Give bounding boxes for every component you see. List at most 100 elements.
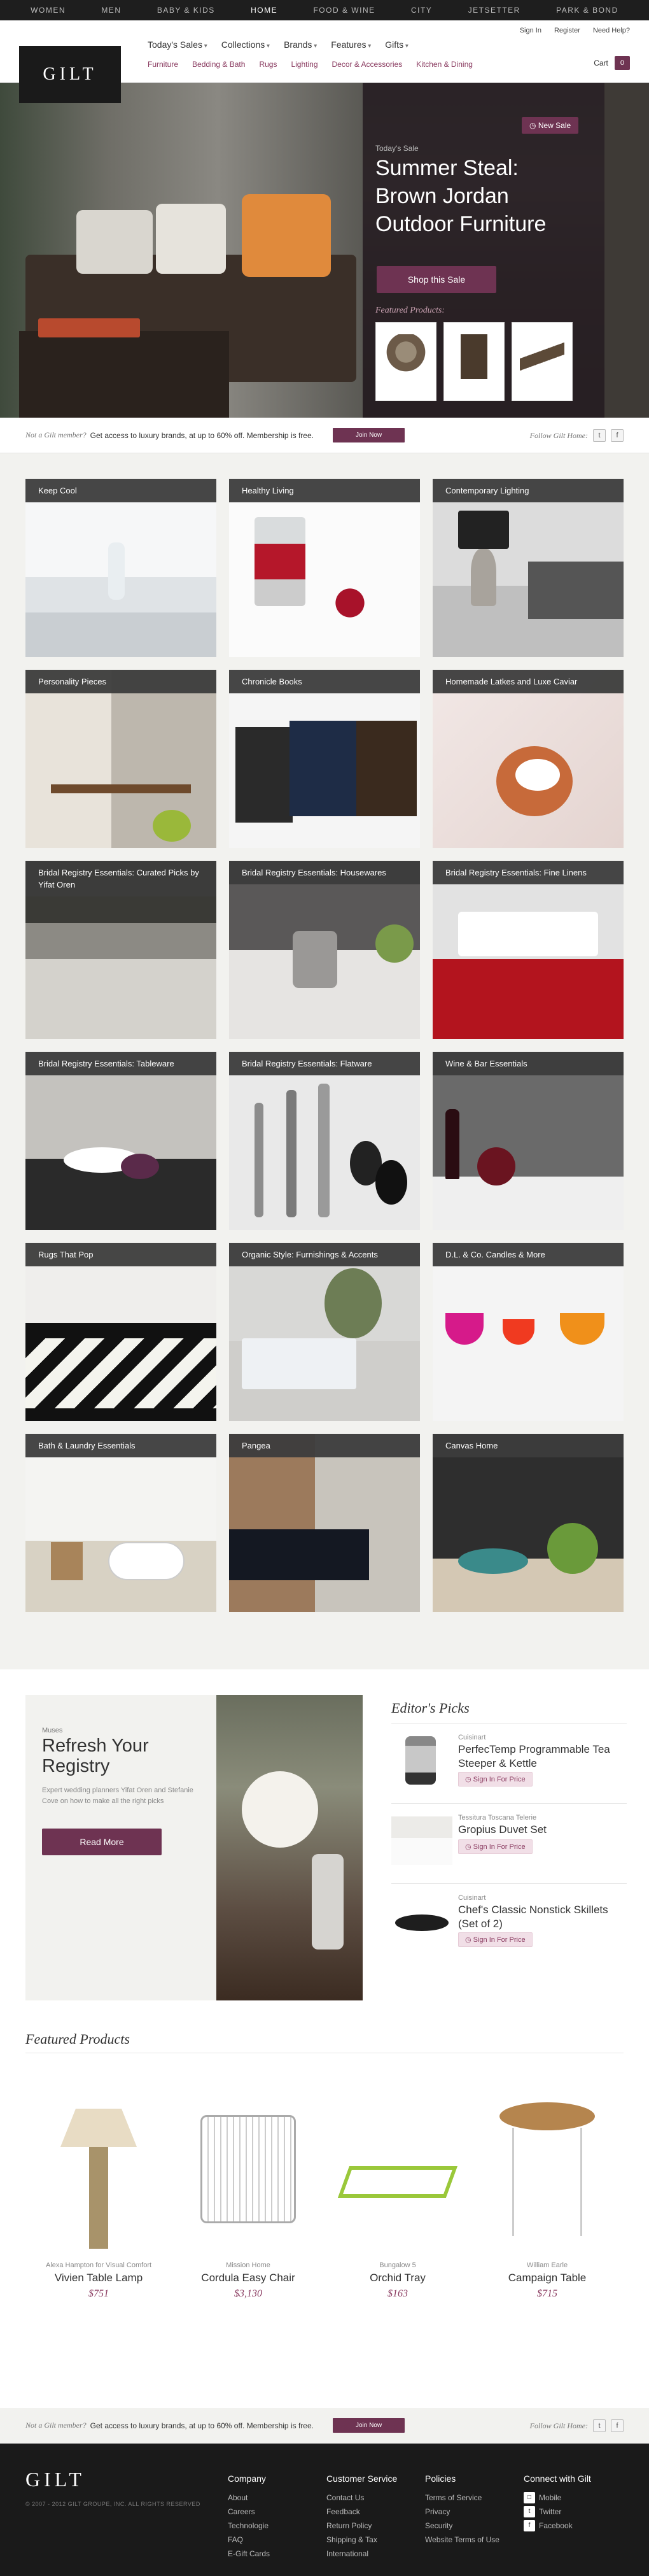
footer-link[interactable]: Shipping & Tax bbox=[326, 2533, 397, 2547]
shop-sale-button[interactable]: Shop this Sale bbox=[377, 266, 496, 293]
menu-gifts[interactable]: Gifts bbox=[385, 39, 408, 50]
facebook-icon[interactable]: f bbox=[611, 429, 624, 442]
footer-link[interactable]: Technologie bbox=[228, 2519, 270, 2533]
cart[interactable]: Cart 0 bbox=[594, 56, 630, 70]
category-decor[interactable]: Decor & Accessories bbox=[332, 60, 403, 69]
menu-collections[interactable]: Collections bbox=[221, 39, 270, 50]
menu-todays-sales[interactable]: Today's Sales bbox=[148, 39, 207, 50]
footer-link-facebook[interactable]: f Facebook bbox=[524, 2519, 600, 2533]
topnav-city[interactable]: CITY bbox=[411, 6, 432, 15]
pick-name[interactable]: PerfecTemp Programmable Tea Steeper & Ke… bbox=[458, 1743, 627, 1771]
footer-link[interactable]: Return Policy bbox=[326, 2519, 397, 2533]
editor-pick[interactable]: Cuisinart PerfecTemp Programmable Tea St… bbox=[391, 1723, 627, 1793]
footer-link[interactable]: E-Gift Cards bbox=[228, 2547, 270, 2561]
featured-thumb[interactable] bbox=[512, 322, 573, 401]
read-more-button[interactable]: Read More bbox=[42, 1829, 162, 1855]
facebook-icon[interactable]: f bbox=[611, 2419, 624, 2432]
sale-tile[interactable]: Chronicle Books bbox=[229, 670, 420, 848]
footer-link[interactable]: Careers bbox=[228, 2505, 270, 2519]
footer-link[interactable]: Terms of Service bbox=[425, 2491, 499, 2505]
featured-thumb[interactable] bbox=[375, 322, 436, 401]
pick-name[interactable]: Gropius Duvet Set bbox=[458, 1823, 627, 1837]
sale-tile[interactable]: Homemade Latkes and Luxe Caviar bbox=[433, 670, 624, 848]
featured-products-heading: Featured Products bbox=[25, 2031, 130, 2047]
sale-tile[interactable]: Bath & Laundry Essentials bbox=[25, 1434, 216, 1612]
registry-photo[interactable] bbox=[216, 1695, 363, 2004]
topnav-men[interactable]: MEN bbox=[101, 6, 121, 15]
category-kitchen-dining[interactable]: Kitchen & Dining bbox=[416, 60, 473, 69]
product-name[interactable]: Orchid Tray bbox=[331, 2272, 464, 2284]
product-name[interactable]: Vivien Table Lamp bbox=[32, 2272, 165, 2284]
sale-tile[interactable]: Healthy Living bbox=[229, 479, 420, 657]
editor-pick[interactable]: Cuisinart Chef's Classic Nonstick Skille… bbox=[391, 1883, 627, 1953]
sale-tile[interactable]: Bridal Registry Essentials: Housewares bbox=[229, 861, 420, 1039]
twitter-icon[interactable]: t bbox=[593, 429, 606, 442]
footer-link[interactable]: International bbox=[326, 2547, 397, 2561]
footer-link[interactable]: Contact Us bbox=[326, 2491, 397, 2505]
product-card[interactable]: Alexa Hampton for Visual Comfort Vivien … bbox=[32, 2083, 165, 2299]
product-card[interactable]: Mission Home Cordula Easy Chair $3,130 bbox=[181, 2083, 315, 2299]
sale-tile[interactable]: Pangea bbox=[229, 1434, 420, 1612]
registry-eyebrow: Muses bbox=[42, 1727, 63, 1734]
footer-link-mobile[interactable]: □ Mobile bbox=[524, 2491, 600, 2505]
featured-thumb[interactable] bbox=[443, 322, 505, 401]
footer-link[interactable]: FAQ bbox=[228, 2533, 270, 2547]
sale-tile-label: Bridal Registry Essentials: Tableware bbox=[25, 1052, 216, 1075]
product-name[interactable]: Campaign Table bbox=[480, 2272, 614, 2284]
product-name[interactable]: Cordula Easy Chair bbox=[181, 2272, 315, 2284]
follow-label: Follow Gilt Home: bbox=[529, 2421, 588, 2430]
topnav-home[interactable]: HOME bbox=[251, 6, 277, 15]
sofa-shape bbox=[229, 1529, 369, 1580]
sign-in-price-button[interactable]: ◷ Sign In For Price bbox=[458, 1772, 533, 1787]
footer-link[interactable]: Security bbox=[425, 2519, 499, 2533]
menu-features[interactable]: Features bbox=[331, 39, 371, 50]
sale-tile[interactable]: Personality Pieces bbox=[25, 670, 216, 848]
sale-tile[interactable]: Organic Style: Furnishings & Accents bbox=[229, 1243, 420, 1421]
sale-tile[interactable]: Contemporary Lighting bbox=[433, 479, 624, 657]
topnav-jetsetter[interactable]: JETSETTER bbox=[468, 6, 520, 15]
editor-pick[interactable]: Tessitura Toscana Telerie Gropius Duvet … bbox=[391, 1803, 627, 1873]
topnav-women[interactable]: WOMEN bbox=[31, 6, 66, 15]
sale-tile[interactable]: D.L. & Co. Candles & More bbox=[433, 1243, 624, 1421]
twitter-icon[interactable]: t bbox=[593, 2419, 606, 2432]
hero-banner[interactable]: ◷ New Sale Today's Sale Summer Steal: Br… bbox=[0, 83, 649, 418]
gilt-logo[interactable]: GILT bbox=[19, 46, 121, 103]
footer-link[interactable]: Website Terms of Use bbox=[425, 2533, 499, 2547]
sale-tile[interactable]: Wine & Bar Essentials bbox=[433, 1052, 624, 1230]
vase-shape bbox=[108, 542, 125, 600]
cart-label: Cart bbox=[594, 59, 608, 67]
join-now-button[interactable]: Join Now bbox=[332, 2418, 405, 2433]
sale-tile[interactable]: Keep Cool bbox=[25, 479, 216, 657]
join-now-button[interactable]: Join Now bbox=[332, 428, 405, 442]
sale-tile[interactable]: Canvas Home bbox=[433, 1434, 624, 1612]
topnav-food-wine[interactable]: FOOD & WINE bbox=[313, 6, 375, 15]
pillows-shape bbox=[458, 912, 598, 956]
sign-in-price-button[interactable]: ◷ Sign In For Price bbox=[458, 1839, 533, 1854]
product-card[interactable]: William Earle Campaign Table $715 bbox=[480, 2083, 614, 2299]
sign-in-price-button[interactable]: ◷ Sign In For Price bbox=[458, 1932, 533, 1947]
footer-link[interactable]: About bbox=[228, 2491, 270, 2505]
flower-shape bbox=[242, 1771, 318, 1848]
footer-link-twitter[interactable]: t Twitter bbox=[524, 2505, 600, 2519]
menu-brands[interactable]: Brands bbox=[284, 39, 317, 50]
sale-tile[interactable]: Bridal Registry Essentials: Fine Linens bbox=[433, 861, 624, 1039]
footer-heading: Customer Service bbox=[326, 2473, 398, 2484]
footer-logo[interactable]: GILT bbox=[25, 2468, 85, 2491]
sale-tile[interactable]: Rugs That Pop bbox=[25, 1243, 216, 1421]
footer-link[interactable]: Feedback bbox=[326, 2505, 397, 2519]
category-bedding-bath[interactable]: Bedding & Bath bbox=[192, 60, 245, 69]
topnav-baby-kids[interactable]: BABY & KIDS bbox=[157, 6, 215, 15]
product-card[interactable]: Bungalow 5 Orchid Tray $163 bbox=[331, 2083, 464, 2299]
sign-in-link[interactable]: Sign In bbox=[520, 27, 541, 34]
sale-tile[interactable]: Bridal Registry Essentials: Tableware bbox=[25, 1052, 216, 1230]
register-link[interactable]: Register bbox=[554, 27, 580, 34]
sale-tile[interactable]: Bridal Registry Essentials: Curated Pick… bbox=[25, 861, 216, 1039]
footer-link[interactable]: Privacy bbox=[425, 2505, 499, 2519]
category-furniture[interactable]: Furniture bbox=[148, 60, 178, 69]
pick-name[interactable]: Chef's Classic Nonstick Skillets (Set of… bbox=[458, 1903, 627, 1931]
topnav-park-bond[interactable]: PARK & BOND bbox=[556, 6, 618, 15]
sale-tile[interactable]: Bridal Registry Essentials: Flatware bbox=[229, 1052, 420, 1230]
need-help-link[interactable]: Need Help? bbox=[593, 27, 630, 34]
category-lighting[interactable]: Lighting bbox=[291, 60, 318, 69]
category-rugs[interactable]: Rugs bbox=[259, 60, 277, 69]
